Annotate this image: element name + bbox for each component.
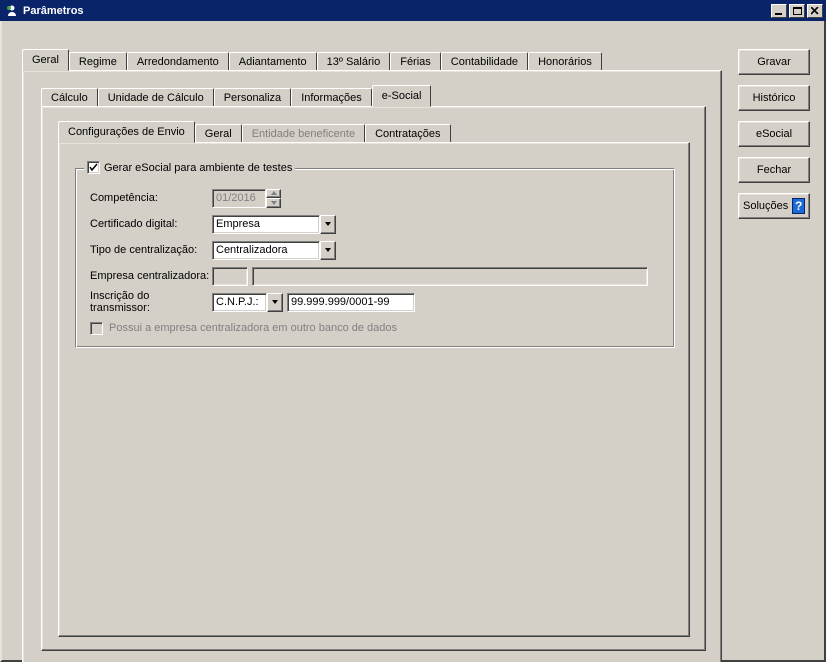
tab-unidade-calculo[interactable]: Unidade de Cálculo [98,88,214,107]
row-empresa-centralizadora: Empresa centralizadora: [90,263,648,289]
main-tabstrip: Geral Regime Arredondamento Adiantamento… [22,49,722,70]
historico-button[interactable]: Histórico [738,85,810,111]
inscricao-tipo-value: C.N.P.J.: [212,293,267,312]
inner-tabpanel: Gerar eSocial para ambiente de testes Co… [58,142,690,637]
sub-tabs: Cálculo Unidade de Cálculo Personaliza I… [41,85,706,651]
tipo-centralizacao-label: Tipo de centralização: [90,244,212,256]
tipo-dropdown-button[interactable] [320,241,336,260]
esocial-button[interactable]: eSocial [738,121,810,147]
tab-geral-inner[interactable]: Geral [195,124,242,143]
close-button[interactable] [807,4,823,18]
tipo-centralizacao-combo[interactable]: Centralizadora [212,241,336,260]
inscricao-numero-input[interactable]: 99.999.999/0001-99 [287,293,415,312]
tab-calculo[interactable]: Cálculo [41,88,98,107]
competencia-input: 01/2016 [212,189,266,208]
empresa-centralizadora-label: Empresa centralizadora: [90,270,212,282]
inscricao-tipo-dropdown-button[interactable] [267,293,283,312]
certificado-label: Certificado digital: [90,218,212,230]
tab-personaliza[interactable]: Personaliza [214,88,291,107]
title-controls [769,4,823,18]
tab-adiantamento[interactable]: Adiantamento [229,52,317,71]
certificado-dropdown-button[interactable] [320,215,336,234]
competencia-spin-up [266,189,281,198]
empresa-centralizadora-name [252,267,648,286]
possui-centralizadora-checkbox [90,322,103,335]
gerar-esocial-checkbox[interactable] [87,161,100,174]
solucoes-label: Soluções [743,200,788,212]
tab-contratacoes[interactable]: Contratações [365,124,450,143]
tab-ferias[interactable]: Férias [390,52,441,71]
gerar-esocial-groupbox: Gerar eSocial para ambiente de testes Co… [75,168,675,348]
inscricao-label: Inscrição do transmissor: [90,290,212,314]
action-column: Gravar Histórico eSocial Fechar Soluções… [738,49,810,219]
inscricao-tipo-combo[interactable]: C.N.P.J.: [212,293,283,312]
tab-honorarios[interactable]: Honorários [528,52,602,71]
competencia-label: Competência: [90,192,212,204]
tab-regime[interactable]: Regime [69,52,127,71]
group-legend-text: Gerar eSocial para ambiente de testes [104,162,292,174]
competencia-spinner [266,189,281,208]
fechar-button[interactable]: Fechar [738,157,810,183]
group-legend: Gerar eSocial para ambiente de testes [84,161,295,174]
minimize-button[interactable] [771,4,787,18]
main-tabpanel: Cálculo Unidade de Cálculo Personaliza I… [22,70,722,662]
window-body: Gravar Histórico eSocial Fechar Soluções… [0,21,826,662]
inner-tabstrip: Configurações de Envio Geral Entidade be… [58,121,690,142]
app-icon [4,3,19,18]
row-competencia: Competência: 01/2016 [90,185,648,211]
tab-contabilidade[interactable]: Contabilidade [441,52,528,71]
tab-entidade-beneficente: Entidade beneficente [242,124,365,143]
tipo-centralizacao-value: Centralizadora [212,241,320,260]
titlebar: Parâmetros [0,0,826,21]
gravar-button[interactable]: Gravar [738,49,810,75]
row-inscricao-transmissor: Inscrição do transmissor: C.N.P.J.: 99.9… [90,289,648,315]
inner-tabs: Configurações de Envio Geral Entidade be… [58,121,690,637]
row-certificado: Certificado digital: Empresa [90,211,648,237]
sub-tabpanel: Configurações de Envio Geral Entidade be… [41,106,706,651]
tab-geral[interactable]: Geral [22,49,69,71]
tab-esocial[interactable]: e-Social [372,85,432,107]
sub-tabstrip: Cálculo Unidade de Cálculo Personaliza I… [41,85,706,106]
empresa-centralizadora-code [212,267,248,286]
help-icon: ? [792,198,805,214]
tab-informacoes[interactable]: Informações [291,88,372,107]
window-title: Parâmetros [23,5,769,17]
tab-13-salario[interactable]: 13º Salário [317,52,391,71]
possui-centralizadora-label: Possui a empresa centralizadora em outro… [109,322,397,334]
main-tabs: Geral Regime Arredondamento Adiantamento… [22,49,722,662]
form: Competência: 01/2016 [90,185,648,341]
certificado-value: Empresa [212,215,320,234]
maximize-button[interactable] [789,4,805,18]
tab-config-envio[interactable]: Configurações de Envio [58,121,195,143]
tab-arredondamento[interactable]: Arredondamento [127,52,229,71]
row-possui-centralizadora: Possui a empresa centralizadora em outro… [90,315,648,341]
competencia-spin-down [266,198,281,208]
solucoes-button[interactable]: Soluções ? [738,193,810,219]
row-tipo-centralizacao: Tipo de centralização: Centralizadora [90,237,648,263]
certificado-combo[interactable]: Empresa [212,215,336,234]
